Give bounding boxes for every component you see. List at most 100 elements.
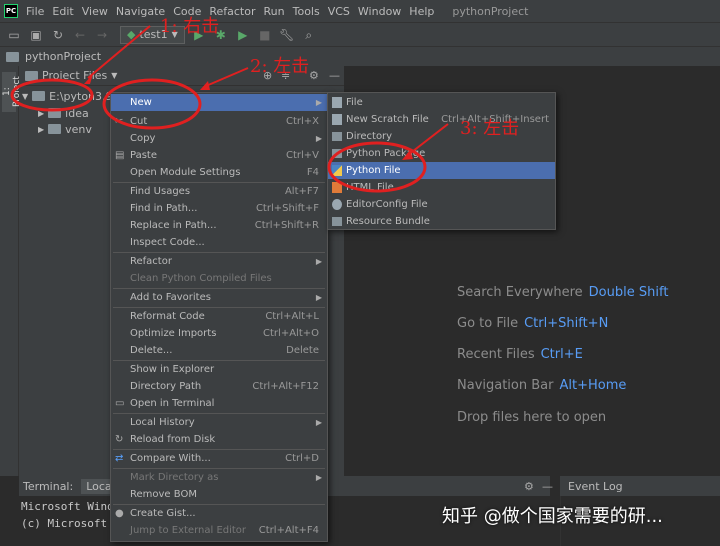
hint-navigation-bar: Navigation Bar Alt+Home [457, 378, 626, 393]
menu-edit[interactable]: Edit [52, 5, 73, 18]
ctx-label: Find Usages [130, 186, 191, 197]
sub-label: Resource Bundle [346, 216, 430, 227]
hint-drop-files: Drop files here to open [457, 410, 606, 425]
ctx-item-remove-bom[interactable]: Remove BOM [111, 486, 327, 503]
ctx-label: Copy [130, 133, 156, 144]
ctx-item-add-favorites[interactable]: Add to Favorites ▶ [111, 289, 327, 306]
ctx-item-directory-path[interactable]: Directory Path Ctrl+Alt+F12 [111, 378, 327, 395]
ctx-item-compare-with[interactable]: ⇄ Compare With... Ctrl+D [111, 450, 327, 467]
ctx-label: Reformat Code [130, 311, 205, 322]
sub-label: File [346, 97, 363, 108]
sub-item-directory[interactable]: Directory [328, 128, 555, 145]
ctx-item-refactor[interactable]: Refactor ▶ [111, 253, 327, 270]
ctx-label: Local History [130, 417, 195, 428]
ctx-label: Create Gist... [130, 508, 196, 519]
ctx-label: Paste [130, 150, 157, 161]
menu-vcs[interactable]: VCS [328, 5, 350, 18]
chevron-right-icon: ▶ [315, 134, 322, 143]
ctx-item-paste[interactable]: ▤ Paste Ctrl+V [111, 147, 327, 164]
ctx-item-show-in-explorer[interactable]: Show in Explorer [111, 361, 327, 378]
ctx-label: Replace in Path... [130, 220, 217, 231]
ctx-item-local-history[interactable]: Local History ▶ [111, 414, 327, 431]
back-icon[interactable]: ← [72, 27, 88, 43]
event-log-title: Event Log [568, 479, 623, 493]
save-icon[interactable]: ▣ [28, 27, 44, 43]
project-tool-window-button[interactable]: 1: Project [2, 72, 22, 112]
ctx-label: Mark Directory as [130, 472, 219, 483]
menu-navigate[interactable]: Navigate [116, 5, 165, 18]
sub-item-editorconfig[interactable]: EditorConfig File [328, 196, 555, 213]
ctx-item-find-usages[interactable]: Find Usages Alt+F7 [111, 183, 327, 200]
menu-help[interactable]: Help [409, 5, 434, 18]
ctx-label: Open Module Settings [130, 167, 241, 178]
ctx-label: Inspect Code... [130, 237, 205, 248]
hide-icon[interactable]: — [542, 480, 553, 493]
open-folder-icon[interactable]: ▭ [6, 27, 22, 43]
chevron-down-icon: ▼ [22, 91, 29, 101]
coverage-icon[interactable]: ▶ [235, 27, 251, 43]
folder-icon [332, 132, 342, 141]
wrench-icon[interactable]: 🔧︎ [279, 27, 295, 43]
ctx-item-clean-compiled: Clean Python Compiled Files [111, 270, 327, 287]
ctx-item-find-in-path[interactable]: Find in Path... Ctrl+Shift+F [111, 200, 327, 217]
menu-file[interactable]: File [26, 5, 44, 18]
sub-item-scratch[interactable]: New Scratch File Ctrl+Alt+Shift+Insert [328, 111, 555, 128]
search-icon[interactable]: ⌕ [301, 27, 317, 43]
ctx-item-reformat-code[interactable]: Reformat Code Ctrl+Alt+L [111, 308, 327, 325]
tree-item-venv[interactable]: ▶ venv [38, 120, 92, 138]
gear-icon[interactable]: ⚙ [524, 480, 534, 493]
sub-item-file[interactable]: File [328, 94, 555, 111]
tree-item-label: venv [65, 122, 92, 136]
ctx-item-replace-in-path[interactable]: Replace in Path... Ctrl+Shift+R [111, 217, 327, 234]
chevron-right-icon: ▶ [38, 108, 45, 118]
ctx-item-inspect-code[interactable]: Inspect Code... [111, 234, 327, 251]
hint-go-to-file: Go to File Ctrl+Shift+N [457, 316, 608, 331]
ctx-item-cut[interactable]: ✂ Cut Ctrl+X [111, 113, 327, 130]
gear-icon[interactable]: ⚙ [309, 69, 319, 82]
menu-run[interactable]: Run [264, 5, 285, 18]
github-icon: ● [115, 508, 124, 519]
ctx-label: Optimize Imports [130, 328, 217, 339]
menu-view[interactable]: View [82, 5, 108, 18]
ctx-item-jump-external-editor: Jump to External Editor Ctrl+Alt+F4 [111, 522, 327, 539]
hint-key: Alt+Home [559, 378, 627, 393]
menu-window[interactable]: Window [358, 5, 401, 18]
stop-icon[interactable]: ■ [257, 27, 273, 43]
tree-item-label: idea [65, 106, 89, 120]
hint-key: Ctrl+Shift+N [524, 316, 609, 331]
ctx-label: Open in Terminal [130, 398, 215, 409]
sub-item-python-file[interactable]: Python File [328, 162, 555, 179]
sub-item-python-package[interactable]: Python Package [328, 145, 555, 162]
ctx-item-open-terminal[interactable]: ▭ Open in Terminal [111, 395, 327, 412]
ctx-label: Delete... [130, 345, 173, 356]
hint-label: Go to File [457, 316, 519, 331]
sub-item-resource-bundle[interactable]: Resource Bundle [328, 213, 555, 230]
sub-label: Python File [346, 165, 401, 176]
ctx-label: Find in Path... [130, 203, 198, 214]
breadcrumb-project[interactable]: pythonProject [25, 50, 101, 63]
chevron-right-icon: ▶ [315, 98, 322, 107]
ctx-shortcut: Ctrl+V [285, 150, 319, 161]
ctx-item-module-settings[interactable]: Open Module Settings F4 [111, 164, 327, 181]
sync-icon[interactable]: ↻ [50, 27, 66, 43]
chevron-right-icon: ▶ [315, 257, 322, 266]
annotation-step-1: 1: 右击 [160, 16, 220, 37]
chevron-right-icon: ▶ [315, 418, 322, 427]
sub-item-html-file[interactable]: HTML File [328, 179, 555, 196]
menu-tools[interactable]: Tools [293, 5, 320, 18]
ctx-item-copy[interactable]: Copy ▶ [111, 130, 327, 147]
ctx-item-delete[interactable]: Delete... Delete [111, 342, 327, 359]
ctx-item-new[interactable]: New ▶ [111, 94, 327, 111]
ctx-item-reload-disk[interactable]: ↻ Reload from Disk [111, 431, 327, 448]
toolbar: ▭ ▣ ↻ ← → ◆ test1 ▼ ▶ ✱ ▶ ■ 🔧︎ ⌕ [0, 22, 720, 46]
hide-icon[interactable]: — [329, 69, 340, 82]
forward-icon[interactable]: → [94, 27, 110, 43]
ctx-item-create-gist[interactable]: ● Create Gist... [111, 505, 327, 522]
project-view-selector[interactable]: Project Files [42, 69, 107, 82]
ctx-shortcut: F4 [306, 167, 319, 178]
ctx-item-optimize-imports[interactable]: Optimize Imports Ctrl+Alt+O [111, 325, 327, 342]
chevron-right-icon: ▶ [38, 124, 45, 134]
ctx-shortcut: Ctrl+Alt+F4 [258, 525, 319, 536]
ctx-label: Compare With... [130, 453, 211, 464]
sub-label: EditorConfig File [346, 199, 428, 210]
